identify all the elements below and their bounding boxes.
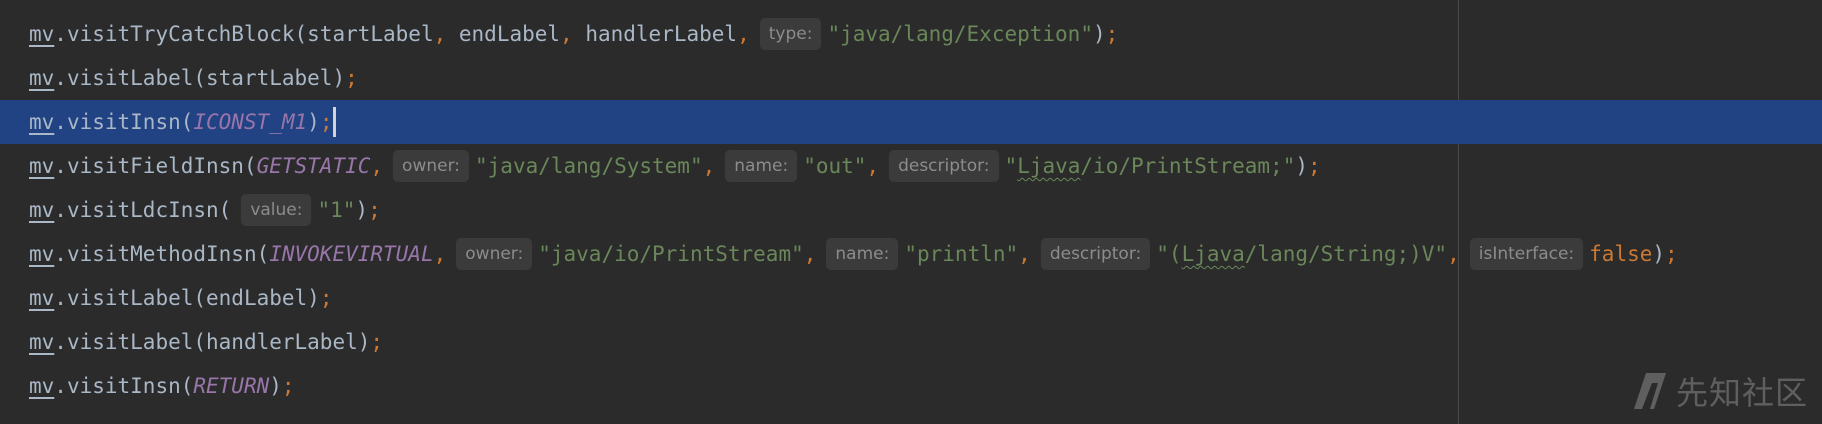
code-line[interactable]: mv .visitFieldInsn(GETSTATIC, owner: "java/…: [0, 144, 1822, 188]
code-line[interactable]: mv .visitLdcInsn( value: "1");: [0, 188, 1822, 232]
code-token: ;: [1665, 242, 1678, 266]
code-token: .visitLabel(handlerLabel): [54, 330, 371, 354]
code-token: .visitLdcInsn(: [54, 198, 232, 222]
code-token: .visitLabel(endLabel): [54, 286, 320, 310]
code-token: "println": [904, 242, 1019, 266]
code-token-mv: mv: [29, 330, 55, 354]
code-token: ,: [1018, 242, 1031, 266]
text-caret: [333, 107, 337, 137]
parameter-hint: owner:: [393, 150, 470, 182]
code-line[interactable]: mv .visitLabel(handlerLabel);: [0, 320, 1822, 364]
code-token: ;: [319, 110, 333, 134]
code-token-mv: mv: [29, 22, 55, 46]
parameter-hint: name:: [725, 150, 798, 182]
code-token: ,: [702, 154, 716, 178]
code-token: .visitTryCatchBlock(startLabel: [54, 22, 434, 46]
code-token: "out": [803, 154, 867, 178]
code-token-mv: mv: [29, 110, 55, 134]
watermark: 先知社区: [1632, 368, 1808, 414]
code-token: "(: [1156, 242, 1182, 266]
code-token: ): [1092, 22, 1106, 46]
code-token: ,: [370, 154, 384, 178]
parameter-hint: owner:: [456, 238, 533, 270]
code-token: Ljava: [1017, 154, 1081, 178]
code-token: GETSTATIC: [256, 154, 371, 178]
code-token: /lang/String;)V": [1244, 242, 1448, 266]
code-token: ): [1652, 242, 1666, 266]
code-line[interactable]: mv .visitLabel(startLabel);: [0, 56, 1822, 100]
code-token: ,: [433, 242, 447, 266]
code-token: ,: [737, 22, 750, 46]
code-token: false: [1589, 242, 1653, 266]
code-token: .visitInsn(: [54, 374, 194, 398]
code-token: ;: [345, 66, 358, 90]
code-token: .visitLabel(startLabel): [54, 66, 346, 90]
code-token: .visitInsn(: [54, 110, 194, 134]
code-token: ): [307, 110, 320, 134]
code-token: ;: [1308, 154, 1321, 178]
code-token: ;: [281, 374, 295, 398]
code-token: ;: [1105, 22, 1119, 46]
code-line[interactable]: mv .visitMethodInsn(INVOKEVIRTUAL, owner: "…: [0, 232, 1822, 276]
code-token-mv: mv: [29, 66, 55, 90]
code-token: .visitFieldInsn(: [54, 154, 257, 178]
code-token: "java/lang/Exception": [827, 22, 1093, 46]
code-token-mv: mv: [29, 198, 55, 222]
code-token-mv: mv: [29, 286, 55, 310]
code-token: ): [269, 374, 282, 398]
code-token: endLabel: [446, 22, 561, 46]
code-editor[interactable]: mv .visitTryCatchBlock(startLabel, endLab…: [0, 0, 1822, 424]
parameter-hint: descriptor:: [889, 150, 999, 182]
code-token-mv: mv: [29, 154, 55, 178]
code-token: "java/io/PrintStream": [538, 242, 804, 266]
code-token: ,: [1447, 242, 1460, 266]
code-token: RETURN: [193, 374, 270, 398]
code-token: ): [1295, 154, 1308, 178]
code-token-mv: mv: [29, 242, 55, 266]
code-token: Ljava: [1181, 242, 1245, 266]
code-token: ): [355, 198, 369, 222]
parameter-hint: type:: [759, 18, 822, 50]
code-line[interactable]: mv .visitInsn(RETURN);: [0, 364, 1822, 408]
code-token: .visitMethodInsn(: [54, 242, 270, 266]
parameter-hint: isInterface:: [1469, 238, 1584, 270]
code-line-current[interactable]: mv .visitInsn(ICONST_M1);: [0, 100, 1822, 144]
code-token-mv: mv: [29, 374, 55, 398]
parameter-hint: descriptor:: [1040, 238, 1151, 270]
code-token: ;: [368, 198, 381, 222]
code-token: ICONST_M1: [193, 110, 308, 134]
xianzhi-logo-icon: [1633, 373, 1666, 409]
code-token: ,: [866, 154, 880, 178]
code-line[interactable]: mv .visitTryCatchBlock(startLabel, endLab…: [0, 12, 1822, 56]
code-token: /io/PrintStream;": [1080, 154, 1296, 178]
code-token: INVOKEVIRTUAL: [269, 242, 434, 266]
code-token: ": [1004, 154, 1018, 178]
code-token: ,: [803, 242, 817, 266]
code-token: "1": [317, 198, 356, 222]
code-token: ;: [370, 330, 384, 354]
code-token: "java/lang/System": [475, 154, 703, 178]
code-line[interactable]: mv .visitLabel(endLabel);: [0, 276, 1822, 320]
watermark-text: 先知社区: [1675, 374, 1808, 412]
code-token: handlerLabel: [572, 22, 738, 46]
code-token: ,: [560, 22, 573, 46]
code-token: ;: [319, 286, 333, 310]
code-token: ,: [433, 22, 447, 46]
parameter-hint: name:: [826, 238, 899, 270]
parameter-hint: value:: [241, 194, 312, 226]
